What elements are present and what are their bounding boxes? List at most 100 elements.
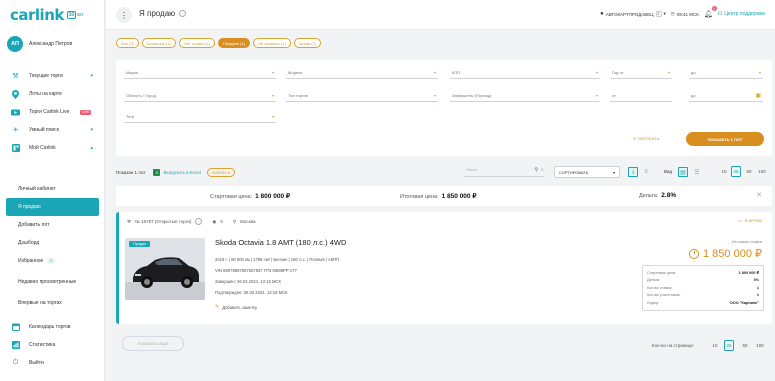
car-photo[interactable]: Продан (125, 238, 205, 300)
subnav-item-recently-viewed[interactable]: Недавно просмотренные (0, 270, 88, 294)
nav-item-carlink-live[interactable]: Торги Carlink Live LIVE (0, 103, 105, 121)
per-page-label: Кол-во на странице: (652, 343, 695, 348)
tab-no-bids[interactable]: Нет ставок (1) (178, 38, 215, 48)
page-size-10[interactable]: 10 (719, 166, 729, 177)
account-switcher[interactable]: ● АВТОКАРТПРОДАВЕЦ 2 ▾ (600, 11, 666, 17)
results-toolbar: Показан 1 лот X Выгрузить в Excel ФАЙЛЫ … (116, 161, 772, 183)
nav-item-statistics[interactable]: Статистика (0, 336, 105, 354)
tab-archive[interactable]: Архив (7) (293, 38, 322, 48)
lot-confirmed: Подтвержден: 26.03.2024, 13:18 МСК (215, 290, 288, 295)
live-icon (11, 108, 20, 117)
bottom-page-size-100[interactable]: 100 (755, 340, 765, 351)
nav-item-smart-search[interactable]: ☀ Умный поиск ▾ (0, 121, 105, 139)
region-select[interactable]: Область / Город ▾ (124, 90, 276, 102)
stat-leader: Лидер: ООО "Карлинк" (647, 300, 759, 305)
notification-count: 3 (711, 6, 717, 11)
search-input[interactable]: Поиск ⚲ ✕ (464, 167, 544, 177)
summary-delta: Дельта: 2.8% (639, 192, 677, 199)
topbar-right: ● АВТОКАРТПРОДАВЕЦ 2 ▾ ◷ 09:41 МСК 🔔︎ 3 … (600, 6, 765, 18)
lot-stats: Стартовая цена: 1 800 000 ₽ Дельта: 3% Кол… (642, 265, 764, 311)
user-circle-icon: ● (600, 11, 604, 17)
user-profile[interactable]: АП Александр Петров (7, 36, 72, 52)
bottom-page-size-10[interactable]: 10 (710, 340, 720, 351)
caret-icon: ▾ (595, 70, 598, 75)
clear-icon[interactable]: ✕ (541, 167, 544, 172)
stat-start-price: Стартовая цена: 1 800 000 ₽ (647, 270, 759, 276)
show-more-button[interactable]: ПОКАЗАТЬ ЕЩЁ (122, 336, 184, 351)
nav-item-lots-map[interactable]: Лоты на карте (0, 85, 105, 103)
user-name: Александр Петров (29, 41, 73, 47)
sold-badge: Продан (129, 241, 151, 247)
date-from-input[interactable]: от (610, 90, 672, 102)
nav-item-calendar[interactable]: Календарь торгов (0, 318, 105, 336)
files-dropdown-button[interactable]: ФАЙЛЫ ▾ (206, 167, 235, 177)
chevron-down-icon: ▾ (663, 11, 666, 16)
sort-asc-icon[interactable]: ⇂ (628, 167, 638, 177)
live-badge: LIVE (80, 109, 91, 115)
subnav-item-personal-account[interactable]: Личный кабинет (0, 180, 105, 198)
completed-period-select[interactable]: Завершены (Период) ▾ (450, 90, 600, 102)
main-nav: ⚒ Текущие торги ▾ Лоты на карте Торги Ca… (0, 67, 105, 157)
date-to-input[interactable]: до ▣ (689, 90, 763, 102)
subnav-item-add-lot[interactable]: Добавить лот (0, 216, 105, 234)
caret-icon: ▾ (612, 170, 615, 175)
subnav-item-favorites[interactable]: Избранное 1 (0, 252, 105, 270)
add-note-button[interactable]: ✎ Добавить заметку (215, 304, 257, 310)
reset-filters-button[interactable]: ✕ СБРОСИТЬ (633, 136, 660, 141)
compact-view-icon[interactable]: ☰ (692, 167, 702, 177)
nav-item-logout[interactable]: ⏻ Выйти (0, 354, 105, 372)
close-icon[interactable]: ✕ (756, 191, 762, 199)
menu-dots-button[interactable]: ⋮ (116, 7, 132, 23)
gearbox-select[interactable]: КПП ▾ (450, 67, 600, 79)
page-size-25[interactable]: 25 (731, 166, 741, 177)
tab-active[interactable]: Активные (1) (141, 38, 176, 48)
page-size-50[interactable]: 50 (744, 166, 754, 177)
info-icon[interactable]: i (179, 10, 187, 17)
list-view-icon[interactable]: ▤ (678, 167, 688, 177)
bottom-page-size-50[interactable]: 50 (740, 340, 750, 351)
chart-icon (11, 341, 20, 350)
subnav-item-dashboard[interactable]: Дэшборд (0, 234, 105, 252)
show-lots-button[interactable]: ПОКАЗАТЬ 1 ЛОТ (686, 132, 764, 146)
lot-card[interactable]: ⚒ № 16757 (Открытые торги) i ◉ 0 ⚲ Москв… (116, 212, 772, 324)
move-to-archive-button[interactable]: ▭ В АРХИВ (738, 218, 762, 223)
sort-select[interactable]: СОРТИРОВАТЬ ▾ (554, 166, 620, 178)
tags-select[interactable]: Теги ▾ (124, 111, 276, 123)
favorites-count: 1 (47, 258, 55, 264)
year-to-select[interactable]: до ▾ (689, 67, 763, 79)
caret-icon: ▾ (271, 114, 274, 119)
logo-wordmark: carlink (10, 6, 64, 24)
subnav-item-i-sell[interactable]: Я продаю (6, 198, 99, 216)
headset-icon: ☊ (717, 11, 723, 17)
nav-item-my-carlink[interactable]: Мой Carlink ▴ (0, 139, 105, 157)
final-bid-label: Итоговая ставка (731, 239, 762, 244)
sale-type-select[interactable]: Тип торгов ▾ (286, 90, 438, 102)
sort-desc-icon[interactable]: ≡ (641, 167, 651, 177)
search-icon[interactable]: ⚲ (534, 167, 538, 173)
chevron-up-icon: ▴ (90, 145, 93, 151)
model-select[interactable]: Модель ▾ (286, 67, 438, 79)
topbar: ⋮ Я продаю i ● АВТОКАРТПРОДАВЕЦ 2 ▾ ◷ 09… (106, 0, 775, 30)
archive-icon: ▭ (738, 218, 742, 223)
info-icon[interactable]: i (195, 218, 203, 225)
nav-item-current-auctions[interactable]: ⚒ Текущие торги ▾ (0, 67, 105, 85)
tab-not-sold[interactable]: Не продано (1) (253, 38, 291, 48)
page-size-100[interactable]: 100 (757, 166, 767, 177)
year-from-select[interactable]: Год от ▾ (610, 67, 672, 79)
calendar-icon[interactable]: ▣ (755, 92, 761, 99)
excel-icon: X (153, 168, 161, 176)
account-count: 2 (655, 11, 662, 17)
caret-icon: ▾ (595, 93, 598, 98)
lot-title[interactable]: Skoda Octavia 1.8 AMT (180 л.с.) 4WD (215, 238, 346, 247)
tab-all[interactable]: Все (3) (116, 38, 139, 48)
clock-icon: ◷ (670, 11, 675, 16)
carlink-logo[interactable]: carlink 10 ЛЕТ (10, 6, 84, 24)
bottom-page-size-25[interactable]: 25 (724, 340, 734, 351)
make-select[interactable]: Марка ▾ (124, 67, 276, 79)
support-center-link[interactable]: ☊ Центр поддержки (718, 11, 765, 17)
tab-sold[interactable]: Продано (1) (217, 38, 251, 48)
subnav-item-first-time[interactable]: Впервые на торгах (0, 294, 105, 312)
notifications-button[interactable]: 🔔︎ 3 (704, 6, 717, 18)
export-excel-button[interactable]: X Выгрузить в Excel (153, 168, 201, 176)
summary-start-price: Стартовая цена: 1 800 000 ₽ (210, 193, 290, 200)
